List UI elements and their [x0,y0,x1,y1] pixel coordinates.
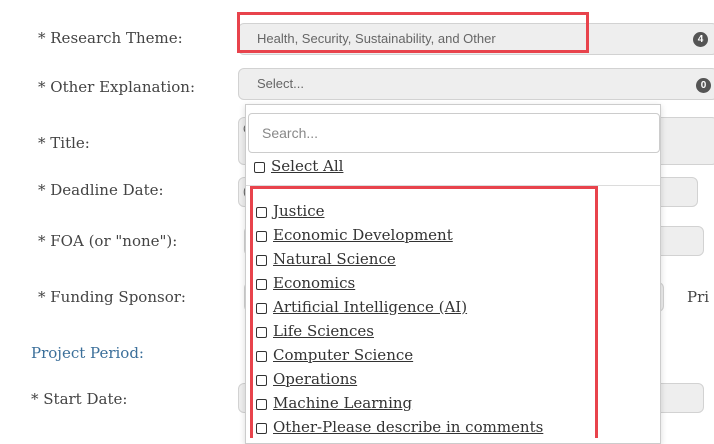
research-theme-value: Health, Security, Sustainability, and Ot… [257,31,496,46]
option-checkbox[interactable] [256,278,267,290]
research-theme-select[interactable]: Health, Security, Sustainability, and Ot… [238,23,714,55]
option-natural-science[interactable]: Natural Science [256,250,396,268]
option-checkbox[interactable] [256,398,267,410]
option-checkbox[interactable] [256,350,267,362]
deadline-date-label: * Deadline Date: [38,181,164,199]
option-computer-science[interactable]: Computer Science [256,346,413,364]
foa-label: * FOA (or "none"): [38,232,178,250]
option-label: Justice [273,202,325,220]
option-label: Life Sciences [273,322,374,340]
research-theme-count-badge: 4 [693,32,708,47]
option-checkbox[interactable] [256,254,267,266]
option-machine-learning[interactable]: Machine Learning [256,394,412,412]
select-all-option[interactable]: Select All [254,157,343,175]
option-artificial-intelligence[interactable]: Artificial Intelligence (AI) [256,298,467,316]
sponsor-right-label: Pri [687,288,710,306]
other-explanation-placeholder: Select... [257,76,304,91]
research-theme-label: * Research Theme: [38,29,183,47]
option-checkbox[interactable] [256,302,267,314]
other-explanation-dropdown: Select All Justice Economic Development … [245,104,661,444]
option-label: Machine Learning [273,394,413,412]
option-economics[interactable]: Economics [256,274,355,292]
option-label: Computer Science [273,346,414,364]
option-checkbox[interactable] [256,230,267,242]
start-date-label: * Start Date: [31,390,128,408]
dropdown-search-input[interactable] [248,113,660,153]
project-period-heading: Project Period: [31,344,144,362]
option-label: Artificial Intelligence (AI) [273,298,468,316]
other-explanation-select[interactable]: Select... 0 [238,68,714,100]
option-checkbox[interactable] [256,326,267,338]
option-label: Operations [273,370,358,388]
option-life-sciences[interactable]: Life Sciences [256,322,374,340]
select-all-label: Select All [271,157,344,175]
option-checkbox[interactable] [256,374,267,386]
option-economic-development[interactable]: Economic Development [256,226,453,244]
option-checkbox[interactable] [256,422,267,434]
option-operations[interactable]: Operations [256,370,357,388]
option-label: Economic Development [273,226,453,244]
option-justice[interactable]: Justice [256,202,324,220]
funding-sponsor-label: * Funding Sponsor: [38,288,186,306]
option-label: Other-Please describe in comments [273,418,544,436]
option-label: Economics [273,274,356,292]
title-label: * Title: [38,134,90,152]
option-other-describe[interactable]: Other-Please describe in comments [256,418,543,436]
option-label: Natural Science [273,250,396,268]
option-checkbox[interactable] [256,206,267,218]
other-explanation-count-badge: 0 [696,78,711,93]
dropdown-divider [246,185,660,186]
other-explanation-label: * Other Explanation: [38,78,195,96]
select-all-checkbox[interactable] [254,161,265,173]
